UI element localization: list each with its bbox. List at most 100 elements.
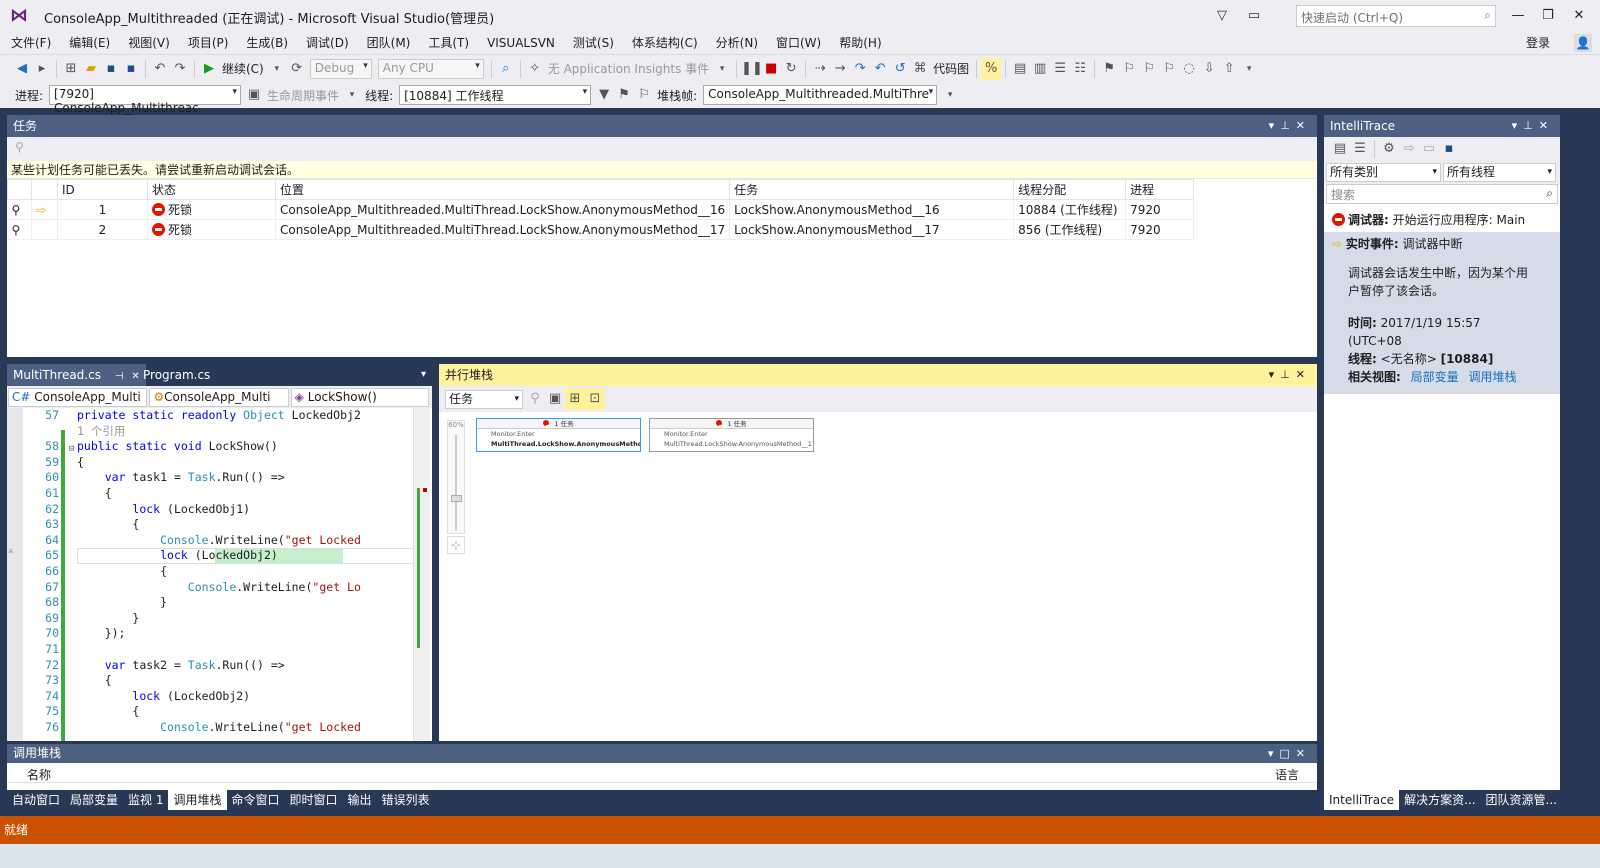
tab-command-window[interactable]: 命令窗口 bbox=[227, 790, 285, 810]
window-menu-icon[interactable]: ▾ bbox=[1269, 119, 1281, 132]
platform-select[interactable]: Any CPU ▾ bbox=[377, 58, 484, 79]
zoom-slider-thumb[interactable] bbox=[451, 495, 462, 502]
back-icon[interactable]: ◀ bbox=[12, 58, 32, 80]
account-avatar-icon[interactable]: 👤 bbox=[1574, 34, 1592, 52]
prev-bookmark-icon[interactable]: ⚐ bbox=[1119, 58, 1139, 80]
menu-edit[interactable]: 编辑(E) bbox=[60, 32, 119, 54]
stack-box[interactable]: 1 任务 Monitor.Enter MultiThread.LockShow.… bbox=[476, 418, 641, 452]
col-language[interactable]: 语言 bbox=[1275, 766, 1299, 783]
close-icon[interactable]: ✕ bbox=[1296, 747, 1311, 760]
outdent-icon[interactable]: ☷ bbox=[1070, 58, 1090, 80]
open-log-icon[interactable]: ▭ bbox=[1419, 138, 1439, 160]
menu-view[interactable]: 视图(V) bbox=[119, 32, 179, 54]
tab-autos[interactable]: 自动窗口 bbox=[7, 790, 65, 810]
comment-icon[interactable]: ▤ bbox=[1010, 58, 1030, 80]
flag-thread-icon[interactable]: ⚑ bbox=[614, 84, 634, 106]
break-all-icon[interactable]: ❚❚ bbox=[741, 58, 763, 80]
solution-config-select[interactable]: Debug ▾ bbox=[309, 58, 372, 79]
menu-tools[interactable]: 工具(T) bbox=[419, 32, 478, 54]
menu-debug[interactable]: 调试(D) bbox=[297, 32, 358, 54]
chevron-down-icon[interactable]: ▾ bbox=[712, 58, 732, 80]
menu-help[interactable]: 帮助(H) bbox=[830, 32, 890, 54]
indent-icon[interactable]: ☰ bbox=[1050, 58, 1070, 80]
upload-icon[interactable]: ⇧ bbox=[1219, 58, 1239, 80]
table-row[interactable]: ⚲ ⇨ 1 死锁 ConsoleApp_Multithreaded.MultiT… bbox=[7, 199, 1195, 220]
close-icon[interactable]: ✕ bbox=[1296, 368, 1311, 381]
save-icon[interactable]: ▪ bbox=[1439, 138, 1459, 160]
menu-test[interactable]: 测试(S) bbox=[564, 32, 623, 54]
col-location[interactable]: 位置 bbox=[274, 179, 731, 200]
menu-build[interactable]: 生成(B) bbox=[237, 32, 297, 54]
clear-bookmarks-icon[interactable]: ⚐ bbox=[1159, 58, 1179, 80]
intellitrace-event-selected[interactable]: ⇨ 实时事件: 调试器中断 bbox=[1324, 232, 1560, 256]
continue-icon[interactable]: ▶ bbox=[199, 58, 219, 80]
auto-scroll-icon[interactable]: ⊞ bbox=[565, 388, 585, 410]
restart-icon[interactable]: ↻ bbox=[781, 58, 801, 80]
find-icon[interactable]: ⌕ bbox=[496, 58, 516, 80]
next-bookmark-icon[interactable]: ⚐ bbox=[1139, 58, 1159, 80]
menu-project[interactable]: 项目(P) bbox=[179, 32, 238, 54]
download-icon[interactable]: ⇩ bbox=[1199, 58, 1219, 80]
pin-icon[interactable]: ⊥ bbox=[1280, 368, 1296, 381]
login-link[interactable]: 登录 bbox=[1526, 34, 1550, 51]
zoom-control-icon[interactable]: ⊡ bbox=[585, 388, 605, 410]
vertical-scrollbar[interactable] bbox=[413, 408, 430, 741]
redo-step-icon[interactable]: ↺ bbox=[890, 58, 910, 80]
tab-call-stack[interactable]: 调用堆栈 bbox=[168, 790, 227, 810]
menu-window[interactable]: 窗口(W) bbox=[767, 32, 830, 54]
tab-program-cs[interactable]: Program.cs bbox=[137, 364, 216, 386]
toolbar-options-icon[interactable]: ▾ bbox=[940, 84, 960, 106]
refresh-icon[interactable]: ⟳ bbox=[287, 58, 307, 80]
chevron-down-icon[interactable]: ▾ bbox=[342, 84, 362, 106]
show-next-statement-icon[interactable]: ⇢ bbox=[810, 58, 830, 80]
filter-icon[interactable]: ▼ bbox=[594, 84, 614, 106]
category-select[interactable]: 所有类别 ▾ bbox=[1326, 163, 1441, 182]
lifecycle-events-button[interactable]: 生命周期事件 bbox=[267, 87, 339, 104]
method-view-icon[interactable]: ▣ bbox=[545, 388, 565, 410]
menu-team[interactable]: 团队(M) bbox=[358, 32, 420, 54]
tab-error-list[interactable]: 错误列表 bbox=[377, 790, 435, 810]
project-nav-select[interactable]: C# ConsoleApp_Multi bbox=[8, 387, 148, 407]
member-nav-select[interactable]: ◈ LockShow() bbox=[290, 387, 429, 407]
save-all-icon[interactable]: ▪ bbox=[121, 58, 141, 80]
feedback-icon[interactable]: ▭ bbox=[1244, 6, 1264, 26]
chevron-down-icon[interactable]: ▾ bbox=[267, 58, 287, 80]
insights-icon[interactable]: ✧ bbox=[525, 58, 545, 80]
calls-view-icon[interactable]: ☰ bbox=[1350, 138, 1370, 160]
tab-immediate-window[interactable]: 即时窗口 bbox=[285, 790, 343, 810]
flag-icon[interactable]: ⚲ bbox=[7, 199, 32, 220]
undo-icon[interactable]: ↶ bbox=[150, 58, 170, 80]
stack-frame[interactable]: MultiThread.LockShow.AnonymousMetho... bbox=[477, 439, 640, 449]
stack-frame[interactable]: Monitor.Enter bbox=[477, 429, 640, 439]
continue-button[interactable]: 继续(C) bbox=[222, 60, 264, 77]
pin-icon[interactable]: ⊥ bbox=[1523, 119, 1539, 132]
tab-watch-1[interactable]: 监视 1 bbox=[123, 790, 168, 810]
stack-box[interactable]: 1 任务 Monitor.Enter MultiThread.LockShow.… bbox=[649, 418, 814, 452]
intellitrace-search-input[interactable]: 搜索 ⌕ bbox=[1326, 184, 1558, 204]
close-icon[interactable]: ✕ bbox=[1296, 119, 1311, 132]
col-task[interactable]: 任务 bbox=[729, 179, 1015, 200]
tab-solution-explorer[interactable]: 解决方案资... bbox=[1399, 790, 1480, 810]
open-folder-icon[interactable]: ▰ bbox=[81, 58, 101, 80]
show-flagged-icon[interactable]: ⚐ bbox=[634, 84, 654, 106]
zoom-fit-icon[interactable]: ⊹ bbox=[447, 536, 465, 554]
stack-frame[interactable]: Monitor.Enter bbox=[650, 429, 813, 439]
threads-select[interactable]: 所有线程 ▾ bbox=[1442, 163, 1556, 182]
col-thread[interactable]: 线程分配 bbox=[1013, 179, 1127, 200]
filter-icon[interactable]: ▽ bbox=[1212, 6, 1232, 26]
col-name[interactable]: 名称 bbox=[27, 766, 51, 783]
stack-frame[interactable]: MultiThread.LockShow.AnonymousMethod__17 bbox=[650, 439, 813, 449]
filter-flag-icon[interactable]: ⚲ bbox=[15, 140, 24, 154]
hex-display-icon[interactable]: % bbox=[981, 57, 1002, 80]
pin-icon[interactable]: ⊣ bbox=[115, 371, 124, 382]
toolbar-options-icon[interactable]: ▾ bbox=[1239, 58, 1259, 80]
thread-select[interactable]: [10884] 工作线程 ▾ bbox=[399, 85, 592, 105]
restore-button[interactable]: ❐ bbox=[1533, 6, 1563, 26]
tab-locals[interactable]: 局部变量 bbox=[65, 790, 123, 810]
filter-icon[interactable]: ⚲ bbox=[525, 388, 545, 410]
codelens-references[interactable]: 1 个引用 bbox=[77, 424, 125, 440]
col-process[interactable]: 进程 bbox=[1125, 179, 1195, 200]
gear-icon[interactable]: ⚙ bbox=[1379, 138, 1399, 160]
activate-historical-icon[interactable]: ⇨ bbox=[1399, 138, 1419, 160]
lifecycle-icon[interactable]: ▣ bbox=[244, 84, 264, 106]
